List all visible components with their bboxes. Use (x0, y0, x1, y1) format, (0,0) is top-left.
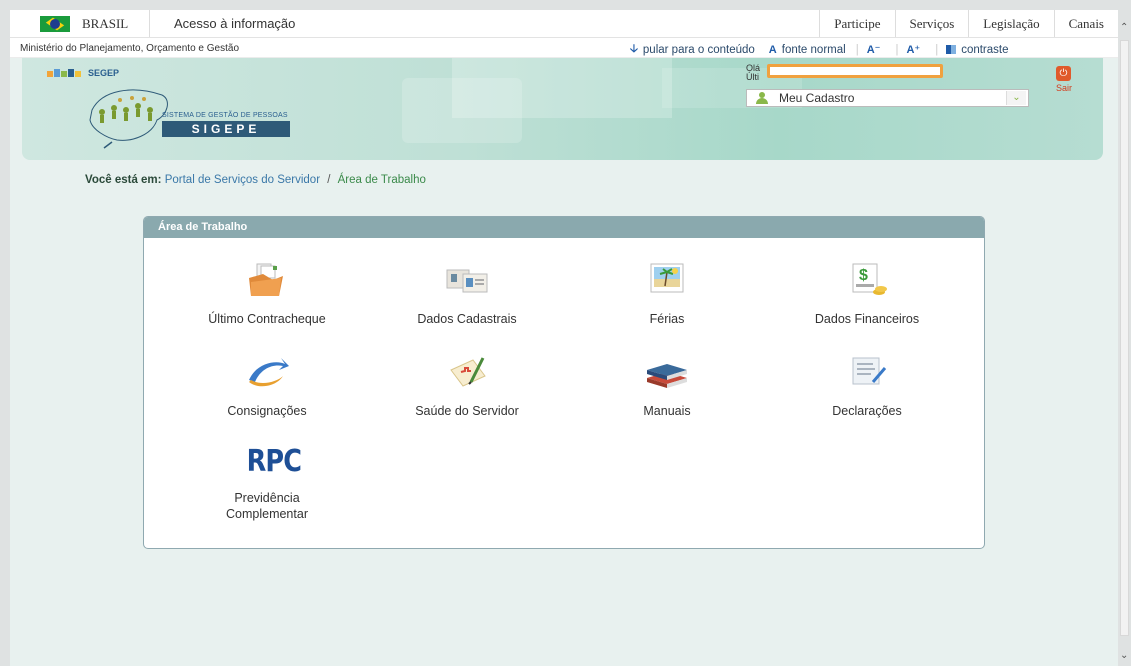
workspace-panel: Área de Trabalho Último Contracheque Dad… (143, 216, 985, 549)
item-previdencia-complementar[interactable]: RPC Previdência Complementar (167, 442, 367, 522)
item-saude-do-servidor[interactable]: Saúde do Servidor (367, 352, 567, 419)
arrow-down-icon: 🡣 (630, 43, 638, 55)
greeting: Olá Últi (746, 64, 760, 82)
item-declaracoes[interactable]: Declarações (767, 352, 967, 419)
font-normal-label: fonte normal (781, 43, 846, 56)
item-label: Previdência Complementar (226, 491, 308, 521)
breadcrumb-label: Você está em: (85, 174, 162, 186)
segep-blocks-icon (47, 69, 82, 77)
item-label: Férias (649, 312, 685, 326)
item-label: Manuais (643, 404, 691, 418)
brazil-flag-icon (40, 15, 70, 32)
contrast-icon (946, 45, 957, 54)
divider: | (935, 43, 939, 56)
divider: | (895, 43, 899, 56)
brasil-label: BRASIL (82, 15, 129, 31)
item-ferias[interactable]: Férias (567, 260, 767, 327)
menu-legislacao[interactable]: Legislação (968, 10, 1053, 37)
system-subtitle: SISTEMA DE GESTÃO DE PESSOAS (162, 112, 288, 119)
font-icon: A (768, 43, 777, 56)
item-label: Consignações (227, 404, 307, 418)
item-dados-cadastrais[interactable]: Dados Cadastrais (367, 260, 567, 327)
vacation-photo-icon (650, 263, 684, 293)
breadcrumb-item-portal[interactable]: Portal de Serviços do Servidor (165, 174, 320, 186)
gov-menu: Participe Serviços Legislação Canais (819, 10, 1118, 37)
item-label: Dados Financeiros (814, 312, 920, 326)
skip-label: pular para o conteúdo (642, 43, 755, 56)
health-check-icon (450, 357, 486, 387)
acesso-informacao-link[interactable]: Acesso à informação (150, 10, 740, 37)
item-consignacoes[interactable]: Consignações (167, 352, 367, 419)
user-icon (755, 92, 769, 104)
segep-label: SEGEP (88, 68, 120, 78)
breadcrumb-item-current: Área de Trabalho (337, 174, 426, 186)
font-increase-icon: A⁺ (906, 44, 921, 56)
contrast-label: contraste (961, 43, 1009, 56)
ministry-name: Ministério do Planejamento, Orçamento e … (20, 43, 239, 54)
breadcrumb-separator: / (327, 174, 331, 186)
item-manuais[interactable]: Manuais (567, 352, 767, 419)
system-name: SIGEPE (162, 121, 290, 137)
last-access-label: Últi (746, 72, 759, 82)
contrast-button[interactable]: contraste (946, 43, 1009, 56)
font-decrease-button[interactable]: A⁻ (867, 43, 886, 56)
font-normal-link[interactable]: A fonte normal (769, 44, 846, 56)
segep-logo: SEGEP (47, 68, 119, 78)
font-increase-button[interactable]: A⁺ (906, 43, 925, 56)
chevron-down-icon[interactable]: ⌄ (1006, 91, 1026, 105)
skip-to-content-link[interactable]: 🡣 pular para o conteúdo (630, 40, 755, 59)
scroll-track[interactable] (1120, 40, 1129, 636)
svg-text:$: $ (859, 267, 868, 284)
divider: | (855, 43, 859, 56)
item-dados-financeiros[interactable]: $ Dados Financeiros (767, 260, 967, 327)
gov-top-bar: BRASIL Acesso à informação Participe Ser… (10, 10, 1118, 38)
item-label: Declarações (832, 404, 902, 418)
id-cards-icon (446, 269, 488, 293)
vertical-scrollbar[interactable]: ⌃ ⌄ (1118, 10, 1131, 666)
rpc-icon: RPC (246, 444, 302, 479)
item-label: Último Contracheque (208, 312, 326, 326)
item-ultimo-contracheque[interactable]: Último Contracheque (167, 260, 367, 327)
logout-link[interactable]: Sair (1056, 83, 1072, 93)
sigepe-header: SEGEP SISTEMA DE GESTÃO DE PESSOAS SIGEP… (22, 58, 1103, 160)
arrow-swoosh-icon (249, 358, 289, 387)
breadcrumb: Você está em: Portal de Serviços do Serv… (85, 174, 426, 186)
profile-select-value: Meu Cadastro (779, 91, 855, 105)
item-label: Dados Cadastrais (417, 312, 517, 326)
scroll-up-icon[interactable]: ⌃ (1120, 22, 1128, 33)
books-icon (647, 364, 687, 388)
menu-participe[interactable]: Participe (819, 10, 894, 37)
page: BRASIL Acesso à informação Participe Ser… (10, 10, 1118, 666)
document-pen-icon (852, 357, 887, 385)
menu-canais[interactable]: Canais (1053, 10, 1118, 37)
item-label: Saúde do Servidor (415, 404, 519, 418)
menu-servicos[interactable]: Serviços (894, 10, 969, 37)
brasil-link[interactable]: BRASIL (10, 10, 150, 37)
power-icon[interactable]: ⏻ (1056, 66, 1071, 81)
header-decoration (402, 78, 522, 143)
panel-title: Área de Trabalho (144, 217, 984, 238)
redacted-user-name (767, 64, 943, 78)
accessibility-tools: 🡣 pular para o conteúdo A fonte normal |… (630, 40, 1023, 59)
folder-icon (249, 263, 283, 296)
accessibility-bar: Ministério do Planejamento, Orçamento e … (10, 38, 1118, 58)
profile-select[interactable]: Meu Cadastro ⌄ (746, 89, 1029, 107)
money-icon: $ (852, 263, 887, 295)
font-decrease-icon: A⁻ (866, 44, 881, 56)
scroll-down-icon[interactable]: ⌄ (1120, 650, 1128, 661)
